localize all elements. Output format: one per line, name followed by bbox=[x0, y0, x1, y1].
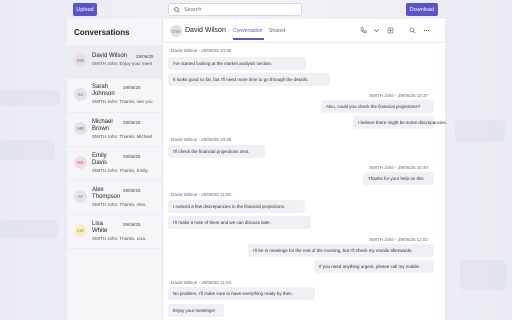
sidebar-title: Conversations bbox=[74, 28, 130, 37]
search-icon bbox=[174, 6, 180, 13]
download-button[interactable]: Download bbox=[406, 3, 438, 16]
tab-shared[interactable]: Shared bbox=[269, 28, 285, 34]
avatar: MB bbox=[74, 122, 87, 135]
phone-icon[interactable] bbox=[359, 26, 368, 35]
conversation-item-emily-davis[interactable]: ED Emily 29/06/25 Davis SMITH John: Than… bbox=[67, 147, 162, 181]
conversation-name-line2: White bbox=[92, 228, 108, 234]
conversation-item-michael-brown[interactable]: MB Michael 29/06/25 Brown SMITH John: Th… bbox=[67, 113, 162, 147]
conversation-preview: SMITH John: Thanks, see you bbox=[92, 99, 153, 104]
conversation-date: 29/06/25 bbox=[136, 54, 154, 59]
contact-name: David Wilson bbox=[185, 27, 226, 34]
chat-area: DW David Wilson Conversation Shared Davi… bbox=[163, 19, 447, 320]
conversation-date: 29/06/25 bbox=[123, 85, 141, 90]
conversation-name: Lisa bbox=[92, 221, 104, 227]
message-sender: David Wilson - 29/06/25 10:39 bbox=[171, 137, 232, 142]
conversation-name: Michael bbox=[92, 119, 113, 125]
background-block bbox=[0, 140, 55, 160]
conversation-preview: SMITH John: Thanks, Lisa. bbox=[92, 236, 147, 241]
conversation-name-line2: Johnson bbox=[92, 91, 115, 97]
background-block bbox=[455, 120, 505, 142]
active-tab-indicator bbox=[233, 38, 264, 40]
background-block bbox=[0, 90, 60, 106]
message-bubble: Thanks for your help on this. bbox=[363, 172, 434, 185]
chevron-down-icon[interactable] bbox=[372, 26, 381, 35]
message-bubble: No problem, I'll make sure to have every… bbox=[168, 287, 315, 300]
message-bubble: It looks good so far, but I'll need more… bbox=[168, 73, 330, 86]
conversation-name-line2: Thompson bbox=[92, 194, 121, 200]
conversation-date: 29/06/25 bbox=[123, 154, 141, 159]
background-block bbox=[0, 220, 58, 238]
message-bubble: Enjoy your meetings! bbox=[168, 304, 224, 317]
conversation-preview: SMITH John: Enjoy your meet bbox=[92, 61, 153, 66]
conversation-name: Sarah bbox=[92, 84, 109, 90]
avatar: DW bbox=[74, 54, 87, 67]
conversation-name: Emily bbox=[92, 153, 107, 159]
conversation-date: 29/06/25 bbox=[123, 188, 141, 193]
conversation-item-alex-thompson[interactable]: AT Alex 29/06/25 Thompson SMITH John: Th… bbox=[67, 181, 162, 215]
more-options-icon[interactable] bbox=[422, 26, 431, 35]
message-bubble: I've started looking at the market analy… bbox=[168, 57, 306, 70]
message-sender: SMITH John - 29/06/25 10:37 bbox=[369, 93, 429, 98]
conversation-name-line2: Brown bbox=[92, 126, 110, 132]
avatar: SJ bbox=[74, 88, 87, 101]
conversation-name: Alex bbox=[92, 187, 104, 193]
search-icon[interactable] bbox=[408, 26, 417, 35]
avatar: ED bbox=[74, 156, 87, 169]
conversation-item-david-wilson[interactable]: DW David Wilson 29/06/25 SMITH John: Enj… bbox=[67, 45, 162, 79]
conversation-item-lisa-white[interactable]: LW Lisa 29/06/25 White SMITH John: Thank… bbox=[67, 215, 162, 249]
conversation-preview: SMITH John: Thanks, Alex. bbox=[92, 202, 147, 207]
messaging-panel: Conversations DW David Wilson 29/06/25 S… bbox=[67, 19, 447, 320]
add-note-icon[interactable] bbox=[386, 26, 395, 35]
conversation-preview: SMITH John: Thanks, Emily. bbox=[92, 168, 149, 173]
avatar: AT bbox=[74, 190, 87, 203]
search-box[interactable] bbox=[168, 3, 302, 16]
message-bubble: I believe there might be some discrepanc… bbox=[353, 116, 447, 129]
message-sender: SMITH John - 29/06/25 10:40 bbox=[369, 165, 429, 170]
conversation-date: 29/06/25 bbox=[123, 222, 141, 227]
conversation-preview: SMITH John: Thanks, Michael bbox=[92, 134, 153, 139]
top-toolbar: Upload Download bbox=[0, 0, 512, 20]
message-bubble: I'll check the financial projections nex… bbox=[168, 145, 265, 158]
background-block bbox=[460, 260, 506, 290]
message-bubble: I'll be in meetings for the rest of the … bbox=[248, 244, 434, 257]
conversation-item-sarah-johnson[interactable]: SJ Sarah 29/06/25 Johnson SMITH John: Th… bbox=[67, 79, 162, 113]
chat-header: DW David Wilson Conversation Shared bbox=[163, 19, 445, 43]
upload-button[interactable]: Upload bbox=[73, 3, 97, 16]
avatar: LW bbox=[74, 224, 87, 237]
message-bubble: If you need anything urgent, please call… bbox=[314, 260, 434, 273]
message-sender: David Wilson - 29/06/25 11:04 bbox=[171, 280, 231, 285]
message-sender: SMITH John - 29/06/25 11:02 bbox=[369, 237, 428, 242]
conversations-sidebar: Conversations DW David Wilson 29/06/25 S… bbox=[67, 19, 163, 320]
message-bubble: Also, could you check the financial proj… bbox=[321, 100, 434, 113]
message-bubble: I noticed a few discrepancies in the fin… bbox=[168, 200, 305, 213]
conversation-name: David Wilson bbox=[92, 53, 128, 59]
conversation-date: 29/06/25 bbox=[123, 120, 141, 125]
search-input[interactable] bbox=[184, 6, 294, 13]
message-bubble: I'll make a note of them and we can disc… bbox=[168, 216, 311, 229]
contact-avatar: DW bbox=[170, 25, 182, 37]
message-sender: David Wilson - 29/06/25 10:36 bbox=[171, 48, 232, 53]
tab-conversation[interactable]: Conversation bbox=[233, 28, 262, 34]
message-sender: David Wilson - 29/06/25 11:00 bbox=[171, 192, 231, 197]
conversation-name-line2: Davis bbox=[92, 160, 108, 166]
